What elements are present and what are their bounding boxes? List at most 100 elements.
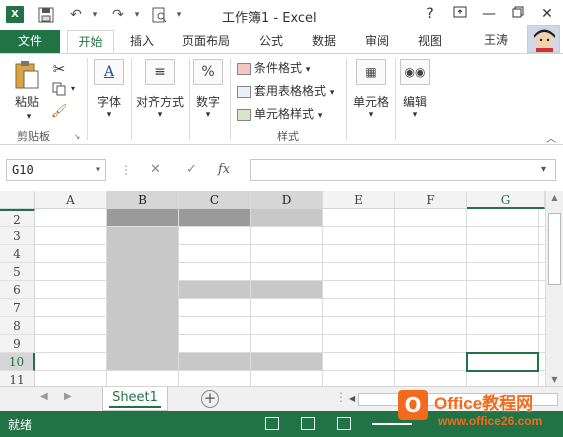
insert-function-button[interactable]: fx: [218, 159, 230, 181]
close-button[interactable]: ✕: [536, 4, 558, 24]
tab-home[interactable]: 开始: [67, 30, 114, 54]
number-label: 数字: [195, 95, 220, 109]
conditional-format-button[interactable]: 条件格式 ▾: [237, 58, 310, 78]
save-icon[interactable]: [34, 5, 58, 25]
column-header-e[interactable]: E: [323, 191, 395, 209]
formula-input[interactable]: [250, 159, 556, 181]
font-button[interactable]: A 字体 ▾: [92, 59, 126, 120]
page-break-view-icon[interactable]: [337, 417, 351, 430]
tab-insert[interactable]: 插入: [119, 30, 165, 53]
ribbon-tabs: 文件 开始 插入 页面布局 公式 数据 审阅 视图: [0, 30, 563, 54]
print-preview-icon[interactable]: [148, 5, 170, 25]
tab-data[interactable]: 数据: [301, 30, 347, 53]
vertical-scrollbar[interactable]: ▲ ▼: [545, 191, 563, 386]
paste-button[interactable]: 粘贴: [10, 60, 44, 110]
editing-label: 编辑: [402, 95, 427, 109]
divider: [189, 58, 190, 140]
row-header-5[interactable]: 5: [0, 263, 35, 281]
redo-dropdown-icon[interactable]: ▾: [130, 5, 144, 25]
cells-label: 单元格: [352, 95, 389, 109]
row-header-2[interactable]: 2: [0, 209, 35, 227]
scroll-left-icon[interactable]: ◀: [349, 394, 355, 403]
avatar[interactable]: [527, 25, 560, 53]
clipboard-launcher-icon[interactable]: ↘: [72, 132, 82, 141]
collapse-ribbon-icon[interactable]: ︿: [545, 130, 557, 145]
row-header-3[interactable]: 3: [0, 227, 35, 245]
format-painter-icon[interactable]: 🖌: [49, 104, 69, 119]
undo-icon[interactable]: ↶: [64, 5, 88, 25]
cancel-icon[interactable]: ✕: [150, 159, 161, 181]
enter-icon[interactable]: ✓: [186, 159, 197, 181]
row-header-8[interactable]: 8: [0, 317, 35, 335]
tab-review[interactable]: 审阅: [354, 30, 400, 53]
add-sheet-icon[interactable]: +: [201, 390, 219, 408]
cells-button[interactable]: ▦ 单元格 ▾: [350, 59, 392, 120]
font-label: 字体: [96, 95, 121, 109]
restore-icon[interactable]: [507, 4, 529, 24]
normal-view-icon[interactable]: [265, 417, 279, 430]
row-header-9[interactable]: 9: [0, 335, 35, 353]
conditional-format-icon: [237, 62, 251, 75]
name-box[interactable]: G10 ▾: [6, 159, 106, 181]
column-header-c[interactable]: C: [179, 191, 251, 209]
row-header-7[interactable]: 7: [0, 299, 35, 317]
expand-formula-bar-icon[interactable]: ▾: [541, 159, 546, 181]
tab-split-grip[interactable]: ⋮: [335, 390, 347, 404]
watermark-url: www.office26.com: [438, 414, 543, 428]
window-title: 工作簿1 - Excel: [222, 11, 317, 26]
paste-dropdown-icon[interactable]: ▾: [22, 112, 36, 122]
sheet-tab-sheet1[interactable]: Sheet1: [102, 387, 168, 411]
styles-group-label: 样式: [277, 130, 299, 143]
shaded-cell-b2[interactable]: [107, 209, 178, 226]
vertical-scroll-thumb[interactable]: [548, 213, 561, 285]
scroll-up-icon[interactable]: ▲: [546, 193, 563, 202]
sheet-next-icon[interactable]: ▶: [64, 391, 72, 402]
tab-formulas[interactable]: 公式: [248, 30, 294, 53]
column-header-g[interactable]: G: [467, 191, 545, 209]
row-header-6[interactable]: 6: [0, 281, 35, 299]
number-button[interactable]: % 数字 ▾: [191, 59, 225, 120]
select-all-corner[interactable]: [0, 191, 35, 209]
active-cell-g10[interactable]: [466, 352, 539, 372]
row-header-11[interactable]: 11: [0, 371, 35, 386]
cell-styles-icon: [237, 108, 251, 121]
binoculars-icon: ◉◉: [400, 59, 430, 85]
table-format-dropdown-icon: ▾: [329, 88, 335, 98]
copy-dropdown-icon[interactable]: ▾: [68, 84, 78, 93]
minimize-button[interactable]: —: [478, 4, 500, 24]
table-format-button[interactable]: 套用表格格式 ▾: [237, 81, 334, 101]
column-header-d[interactable]: D: [251, 191, 323, 209]
shaded-cell-d6[interactable]: [251, 281, 322, 298]
cell-styles-button[interactable]: 单元格样式 ▾: [237, 104, 322, 124]
page-layout-view-icon[interactable]: [301, 417, 315, 430]
title-bar: X ↶ ▾ ↷ ▾ ▾ 工作簿1 - Excel ? — ✕: [0, 0, 563, 30]
sheet-prev-icon[interactable]: ◀: [40, 391, 48, 402]
scroll-down-icon[interactable]: ▼: [546, 375, 563, 384]
tab-page-layout[interactable]: 页面布局: [170, 30, 242, 53]
shaded-cell-d10[interactable]: [251, 353, 322, 370]
customize-qat-icon[interactable]: ▾: [172, 5, 186, 25]
office-logo-icon: O: [398, 390, 428, 420]
tab-file[interactable]: 文件: [0, 30, 60, 53]
user-name[interactable]: 王涛: [484, 31, 508, 48]
redo-icon[interactable]: ↷: [106, 5, 130, 25]
undo-dropdown-icon[interactable]: ▾: [88, 5, 102, 25]
shaded-cell-c6[interactable]: [179, 281, 250, 298]
cut-icon[interactable]: ✂: [49, 60, 69, 78]
shaded-cell-d2[interactable]: [251, 209, 322, 226]
alignment-button[interactable]: ≡ 对齐方式 ▾: [134, 59, 186, 120]
row-header-10[interactable]: 10: [0, 353, 35, 371]
help-button[interactable]: ?: [419, 4, 441, 24]
column-header-f[interactable]: F: [395, 191, 467, 209]
shaded-range-b3-b10[interactable]: [107, 227, 178, 370]
shaded-cell-c10[interactable]: [179, 353, 250, 370]
editing-button[interactable]: ◉◉ 编辑 ▾: [397, 59, 433, 120]
ribbon-display-options-icon[interactable]: [449, 4, 471, 24]
tab-view[interactable]: 视图: [407, 30, 453, 53]
column-header-a[interactable]: A: [35, 191, 107, 209]
column-header-b[interactable]: B: [107, 191, 179, 209]
row-header-4[interactable]: 4: [0, 245, 35, 263]
shaded-cell-c2[interactable]: [179, 209, 250, 226]
name-box-dropdown-icon[interactable]: ▾: [95, 160, 101, 180]
copy-icon[interactable]: [49, 82, 69, 99]
